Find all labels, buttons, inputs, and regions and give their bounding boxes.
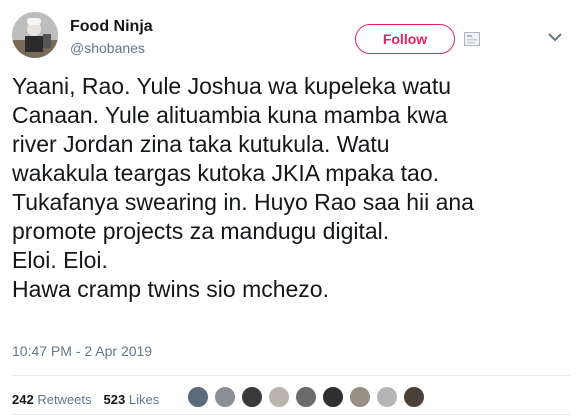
- tweet-text: Yaani, Rao. Yule Joshua wa kupeleka watu…: [12, 72, 572, 304]
- likes-stat[interactable]: 523 Likes: [104, 392, 160, 407]
- divider-bottom: [12, 414, 570, 415]
- likes-label: Likes: [128, 391, 160, 407]
- retweets-count: 242: [12, 391, 34, 407]
- tweet-timestamp[interactable]: 10:47 PM - 2 Apr 2019: [12, 343, 152, 359]
- liker-avatar[interactable]: [187, 386, 209, 408]
- display-name[interactable]: Food Ninja: [70, 18, 153, 36]
- liker-avatar[interactable]: [268, 386, 290, 408]
- liker-avatar[interactable]: [295, 386, 317, 408]
- retweets-stat[interactable]: 242 Retweets: [12, 392, 92, 407]
- liker-avatars: [187, 386, 430, 412]
- user-card-icon[interactable]: [464, 32, 480, 46]
- tweet-line: Eloi. Eloi.: [12, 247, 108, 273]
- retweets-label: Retweets: [37, 391, 92, 407]
- divider-top: [12, 375, 570, 376]
- tweet-line: wakakula teargas kutoka JKIA mpaka tao.: [12, 160, 440, 186]
- follow-button[interactable]: Follow: [355, 24, 455, 54]
- tweet-line: Tukafanya swearing in. Huyo Rao saa hii …: [12, 189, 474, 215]
- liker-avatar[interactable]: [376, 386, 398, 408]
- tweet-stats: 242 Retweets 523 Likes: [12, 386, 171, 412]
- tweet-line: Hawa cramp twins sio mchezo.: [12, 276, 329, 302]
- user-handle[interactable]: @shobanes: [70, 39, 153, 57]
- avatar[interactable]: [12, 12, 58, 58]
- liker-avatar[interactable]: [349, 386, 371, 408]
- liker-avatar[interactable]: [241, 386, 263, 408]
- likes-count: 523: [103, 391, 126, 407]
- liker-avatar[interactable]: [403, 386, 425, 408]
- tweet-line: Yaani, Rao. Yule Joshua wa kupeleka watu: [12, 73, 451, 99]
- tweet-line: Canaan. Yule alituambia kuna mamba kwa: [12, 102, 448, 128]
- avatar-image: [12, 12, 58, 58]
- tweet-line: promote projects za mandugu digital.: [12, 218, 390, 244]
- liker-avatar[interactable]: [214, 386, 236, 408]
- liker-avatar[interactable]: [322, 386, 344, 408]
- chevron-down-icon[interactable]: [548, 32, 562, 42]
- user-names: Food Ninja @shobanes: [70, 18, 153, 57]
- tweet-header: Food Ninja @shobanes Follow: [12, 12, 570, 62]
- tweet-line: river Jordan zina taka kutukula. Watu: [12, 131, 390, 157]
